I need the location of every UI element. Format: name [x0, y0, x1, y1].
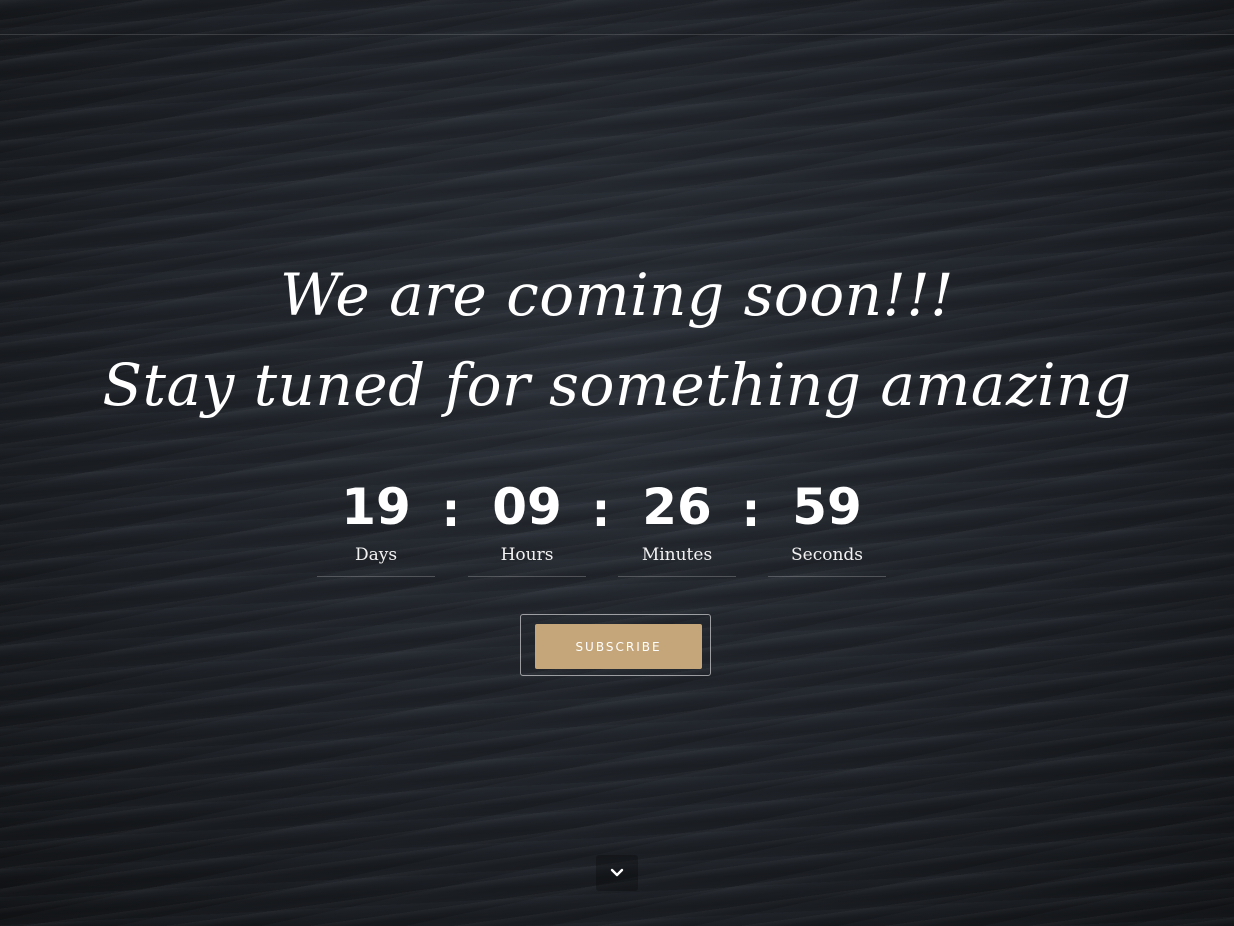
countdown-seconds-label: Seconds [768, 544, 886, 577]
countdown-days-label: Days [317, 544, 435, 577]
headline-coming-soon: We are coming soon!!! [280, 261, 954, 329]
scroll-down-button[interactable] [596, 855, 638, 891]
countdown-minutes-label: Minutes [618, 544, 736, 577]
countdown-separator: : [741, 483, 761, 537]
countdown-separator: : [591, 483, 611, 537]
countdown-minutes: 26 Minutes [618, 470, 736, 577]
header-divider [0, 34, 1234, 35]
countdown-days: 19 Days [317, 470, 435, 577]
hero-section: We are coming soon!!! Stay tuned for som… [0, 250, 1234, 430]
countdown-separator: : [441, 483, 461, 537]
countdown-days-value: 19 [341, 478, 411, 536]
countdown-minutes-value: 26 [642, 478, 712, 536]
subscribe-button[interactable]: SUBSCRIBE [535, 624, 702, 669]
countdown-hours-value: 09 [492, 478, 562, 536]
countdown-timer: 19 Days : 09 Hours : 26 Minutes : 59 Sec… [317, 470, 887, 586]
subscribe-button-frame: SUBSCRIBE [520, 614, 711, 676]
countdown-hours: 09 Hours [468, 470, 586, 577]
countdown-seconds-value: 59 [792, 478, 862, 536]
chevron-down-icon [610, 868, 624, 877]
ocean-background [0, 0, 1234, 926]
headline-stay-tuned: Stay tuned for something amazing [102, 351, 1132, 419]
countdown-seconds: 59 Seconds [768, 470, 886, 577]
countdown-hours-label: Hours [468, 544, 586, 577]
